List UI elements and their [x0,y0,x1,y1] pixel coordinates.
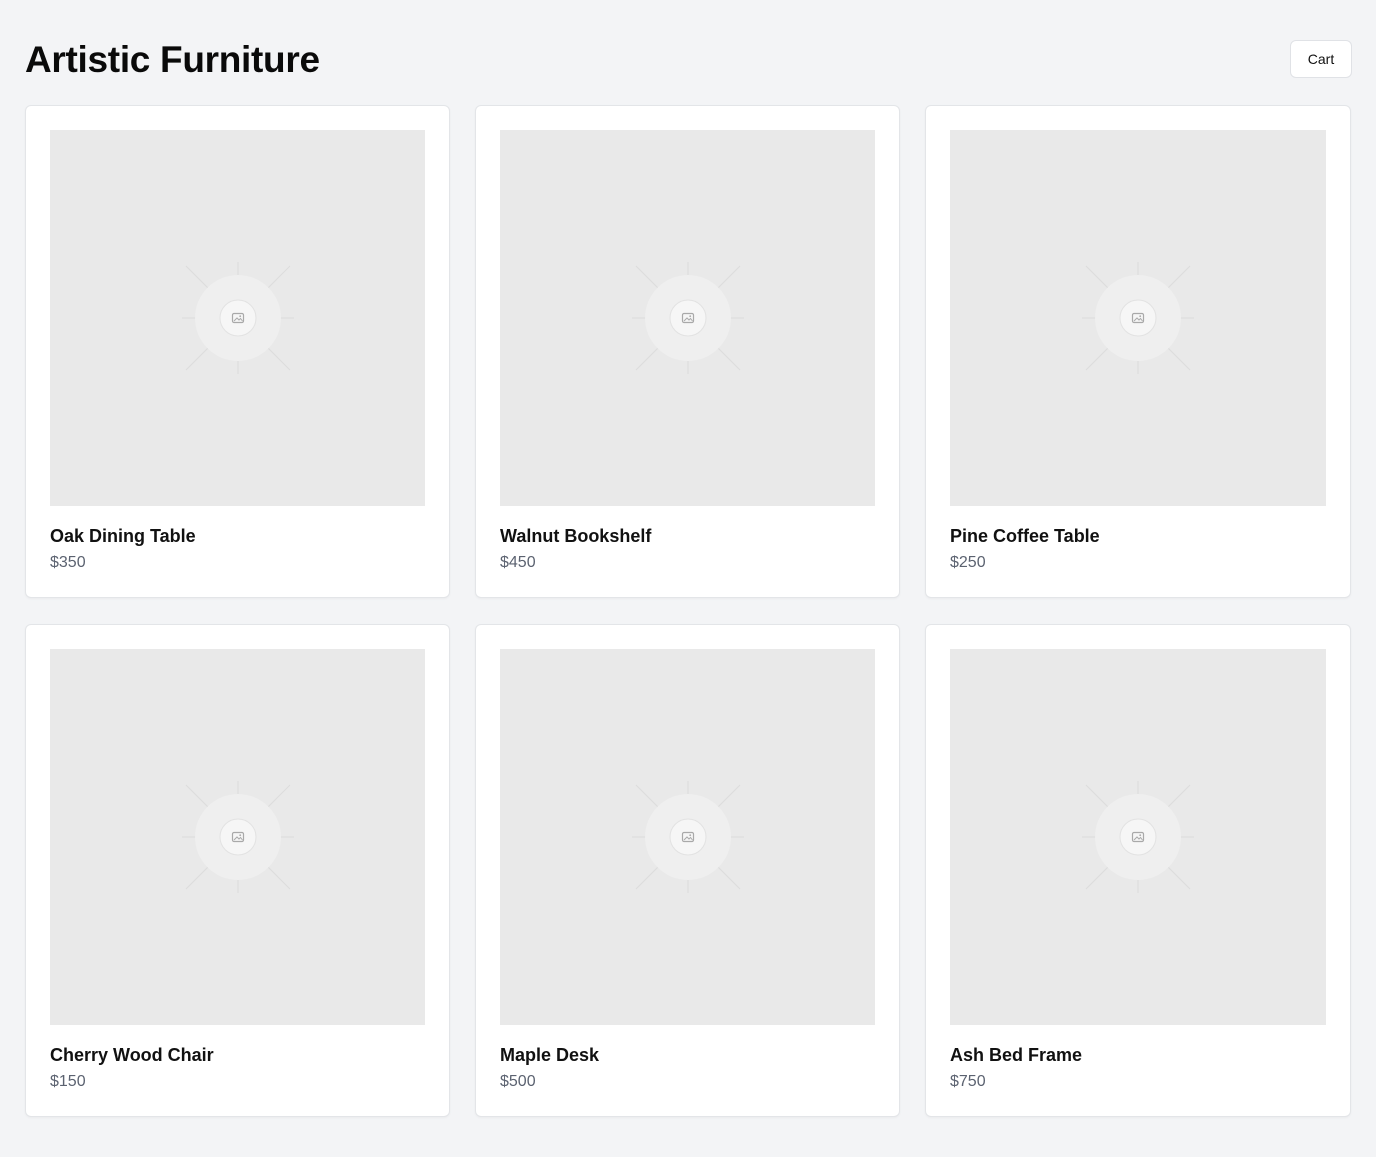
product-name: Walnut Bookshelf [500,526,652,546]
product-image [500,649,875,1025]
product-price: $350 [50,554,86,571]
product-card[interactable]: Maple Desk $500 [475,624,900,1117]
product-price: $150 [50,1073,86,1090]
product-price: $250 [950,554,986,571]
product-card[interactable]: Pine Coffee Table $250 [925,105,1351,598]
product-image [50,130,425,506]
product-card[interactable]: Ash Bed Frame $750 [925,624,1351,1117]
product-image [950,649,1326,1025]
cart-button[interactable]: Cart [1290,40,1352,78]
image-placeholder-icon [631,262,744,374]
image-placeholder-icon [181,781,294,893]
product-image [50,649,425,1025]
product-price: $750 [950,1073,986,1090]
product-image [500,130,875,506]
image-placeholder-icon [181,262,294,374]
product-price: $500 [500,1073,536,1090]
product-name: Cherry Wood Chair [50,1045,214,1065]
product-card[interactable]: Oak Dining Table $350 [25,105,450,598]
image-placeholder-icon [1082,262,1194,374]
product-grid: Oak Dining Table $350 Walnut Bookshelf $… [25,105,1352,1117]
image-placeholder-icon [1082,781,1194,893]
product-price: $450 [500,554,536,571]
product-name: Pine Coffee Table [950,526,1100,546]
product-card[interactable]: Cherry Wood Chair $150 [25,624,450,1117]
page-header: Artistic Furniture Cart [25,38,1352,82]
product-card[interactable]: Walnut Bookshelf $450 [475,105,900,598]
product-name: Oak Dining Table [50,526,196,546]
product-name: Maple Desk [500,1045,600,1065]
product-name: Ash Bed Frame [950,1045,1083,1065]
image-placeholder-icon [631,781,744,893]
page-title: Artistic Furniture [25,39,320,80]
product-image [950,130,1326,506]
